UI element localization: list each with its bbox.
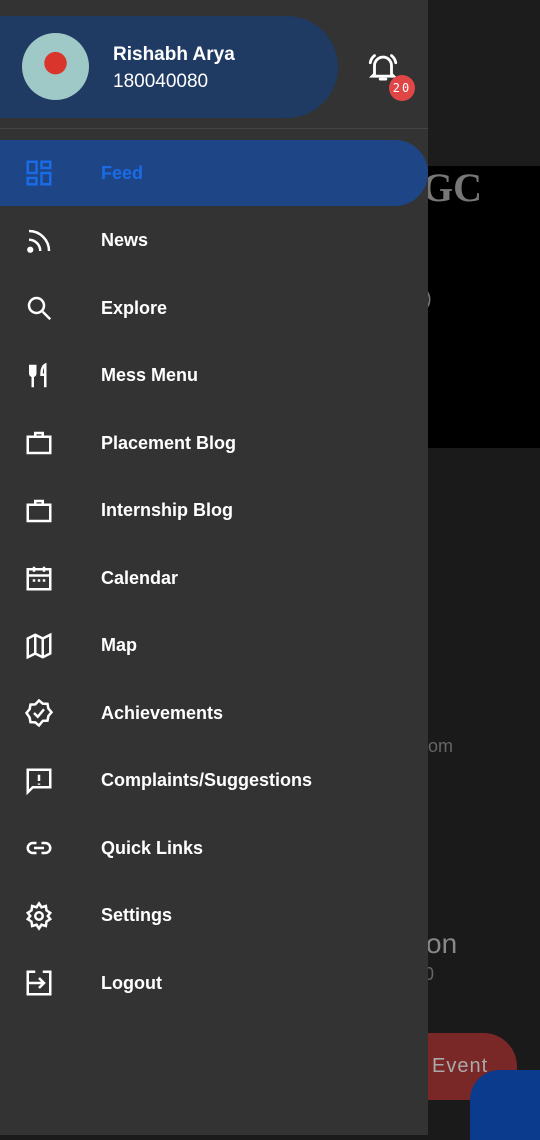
card-text: om [428, 736, 454, 756]
link-icon [24, 833, 54, 863]
dashboard-icon [24, 158, 54, 188]
sidebar-item-complaints-suggestions[interactable]: Complaints/Suggestions [0, 748, 428, 814]
calendar-icon [24, 563, 54, 593]
sidebar-item-label: News [101, 230, 149, 250]
sidebar-item-mess-menu[interactable]: Mess Menu [0, 343, 428, 409]
sidebar-item-news[interactable]: News [0, 208, 428, 274]
notification-count-badge: 20 [389, 75, 415, 101]
briefcase-icon [24, 496, 54, 526]
divider [0, 128, 428, 129]
avatar [22, 33, 89, 100]
sidebar-item-feed[interactable]: Feed [0, 140, 428, 206]
navigation-drawer: Rishabh Arya 180040080 20 Feed News Explor… [0, 0, 428, 1135]
logout-icon [24, 968, 54, 998]
sidebar-item-label: Mess Menu [101, 365, 199, 385]
bottom-shape [470, 1070, 540, 1140]
search-icon [24, 293, 54, 323]
profile-header[interactable]: Rishabh Arya 180040080 [0, 16, 338, 118]
sidebar-item-label: Settings [101, 905, 173, 925]
sidebar-item-achievements[interactable]: Achievements [0, 680, 428, 746]
banner-text: GC [422, 165, 482, 210]
sidebar-item-label: Quick Links [101, 837, 204, 858]
user-roll-number: 180040080 [113, 71, 209, 92]
sidebar-item-label: Logout [101, 972, 162, 993]
map-icon [24, 631, 54, 661]
sidebar-item-label: Complaints/Suggestions [101, 770, 313, 790]
sidebar-item-quick-links[interactable]: Quick Links [0, 815, 428, 881]
sidebar-item-explore[interactable]: Explore [0, 275, 428, 341]
sidebar-item-calendar[interactable]: Calendar [0, 545, 428, 611]
sidebar-item-settings[interactable]: Settings [0, 883, 428, 949]
briefcase-icon [24, 428, 54, 458]
gear-icon [24, 900, 54, 931]
restaurant-icon [24, 361, 54, 391]
feedback-icon [24, 766, 54, 796]
sidebar-item-label: Feed [101, 162, 144, 183]
verified-icon [24, 698, 54, 728]
sidebar-item-logout[interactable]: Logout [0, 950, 428, 1016]
rss-icon [24, 226, 54, 256]
user-name: Rishabh Arya [113, 44, 235, 65]
sidebar-item-label: Achievements [101, 702, 224, 723]
sidebar-item-map[interactable]: Map [0, 613, 428, 679]
sidebar-item-label: Explore [101, 297, 168, 318]
sidebar-item-label: Placement Blog [101, 432, 237, 453]
sidebar-item-label: Internship Blog [101, 500, 233, 520]
sidebar-item-internship-blog[interactable]: Internship Blog [0, 478, 428, 544]
sidebar-item-placement-blog[interactable]: Placement Blog [0, 410, 428, 476]
sidebar-item-label: Calendar [101, 567, 179, 588]
sidebar-item-label: Map [101, 635, 137, 655]
